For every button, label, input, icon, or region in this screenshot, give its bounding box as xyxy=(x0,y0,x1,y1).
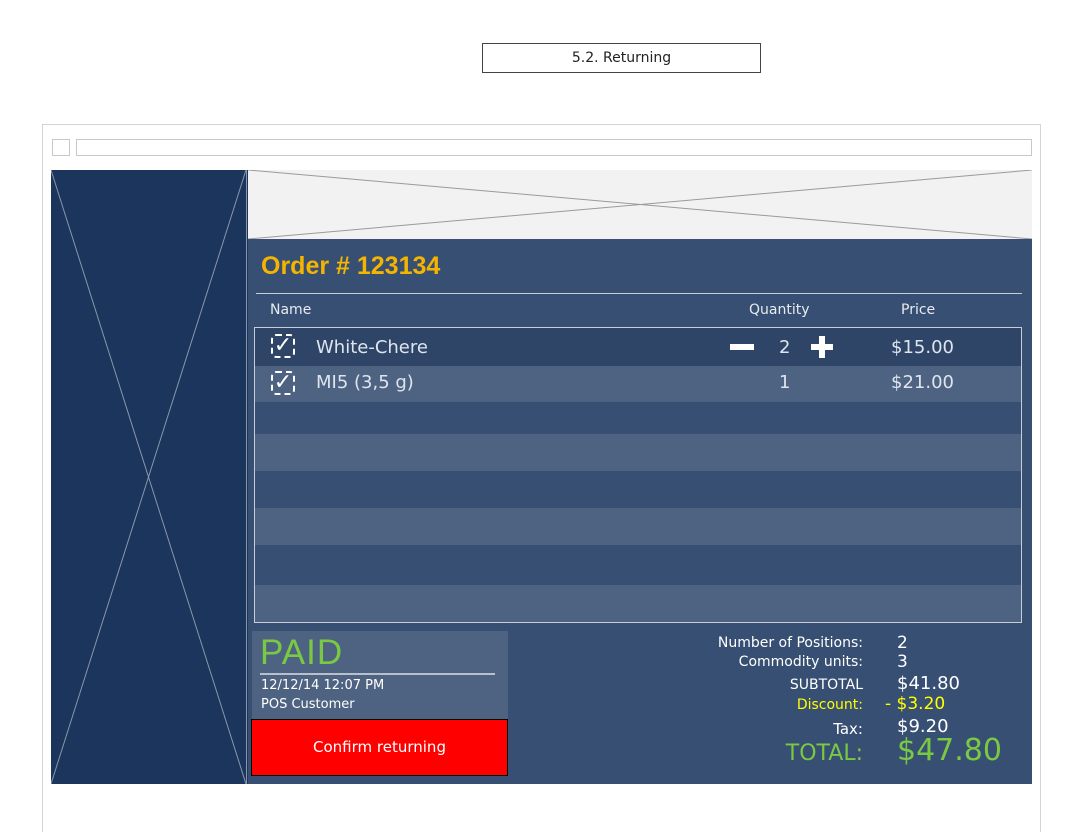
empty-row xyxy=(255,545,1021,585)
empty-row xyxy=(255,471,1021,508)
confirm-returning-button[interactable]: Confirm returning xyxy=(251,719,508,776)
item-name: White-Chere xyxy=(316,337,428,358)
banner-placeholder xyxy=(248,170,1032,239)
minus-icon[interactable] xyxy=(730,344,754,350)
order-items-table: ✓ White-Chere 2 $15.00 ✓ MI5 (3,5 g) 1 $… xyxy=(254,327,1022,623)
item-price: $15.00 xyxy=(891,337,954,358)
order-title: Order # 123134 xyxy=(261,252,441,280)
item-price: $21.00 xyxy=(891,372,954,393)
table-row[interactable]: ✓ MI5 (3,5 g) 1 $21.00 xyxy=(255,366,1021,402)
paid-status-label: PAID xyxy=(260,633,344,672)
checkbox-checked-icon[interactable]: ✓ xyxy=(271,334,295,358)
title-divider xyxy=(256,293,1022,294)
tax-label: Tax: xyxy=(833,720,863,738)
status-divider xyxy=(260,673,495,675)
column-header-price[interactable]: Price xyxy=(901,302,935,318)
column-header-name[interactable]: Name xyxy=(270,302,311,318)
placeholder-cross-icon xyxy=(51,170,247,784)
empty-row xyxy=(255,508,1021,545)
total-label: TOTAL: xyxy=(785,741,863,766)
empty-row xyxy=(255,434,1021,471)
discount-value: - $3.20 xyxy=(885,694,946,714)
sidebar-placeholder xyxy=(51,170,247,784)
empty-row xyxy=(255,402,1021,434)
plus-icon[interactable] xyxy=(811,336,833,358)
item-quantity: 2 xyxy=(779,337,791,358)
empty-row xyxy=(255,585,1021,622)
table-row[interactable]: ✓ White-Chere 2 $15.00 xyxy=(255,328,1021,366)
discount-label: Discount: xyxy=(796,697,863,713)
customer-name: POS Customer xyxy=(261,697,355,712)
payment-timestamp: 12/12/14 12:07 PM xyxy=(261,678,385,693)
units-label: Commodity units: xyxy=(738,654,863,670)
page-title: 5.2. Returning xyxy=(482,43,761,73)
subtotal-label: SUBTOTAL xyxy=(789,677,863,693)
positions-value: 2 xyxy=(897,633,908,653)
column-header-quantity[interactable]: Quantity xyxy=(749,302,810,318)
item-quantity: 1 xyxy=(779,372,791,393)
positions-label: Number of Positions: xyxy=(717,635,863,651)
total-value: $47.80 xyxy=(897,733,1002,768)
window-control-placeholder[interactable] xyxy=(52,139,70,156)
item-name: MI5 (3,5 g) xyxy=(316,372,414,393)
banner-cross-icon xyxy=(248,170,1032,239)
subtotal-value: $41.80 xyxy=(897,673,960,694)
units-value: 3 xyxy=(897,652,908,672)
address-bar[interactable] xyxy=(76,139,1032,156)
checkbox-checked-icon[interactable]: ✓ xyxy=(271,371,295,395)
